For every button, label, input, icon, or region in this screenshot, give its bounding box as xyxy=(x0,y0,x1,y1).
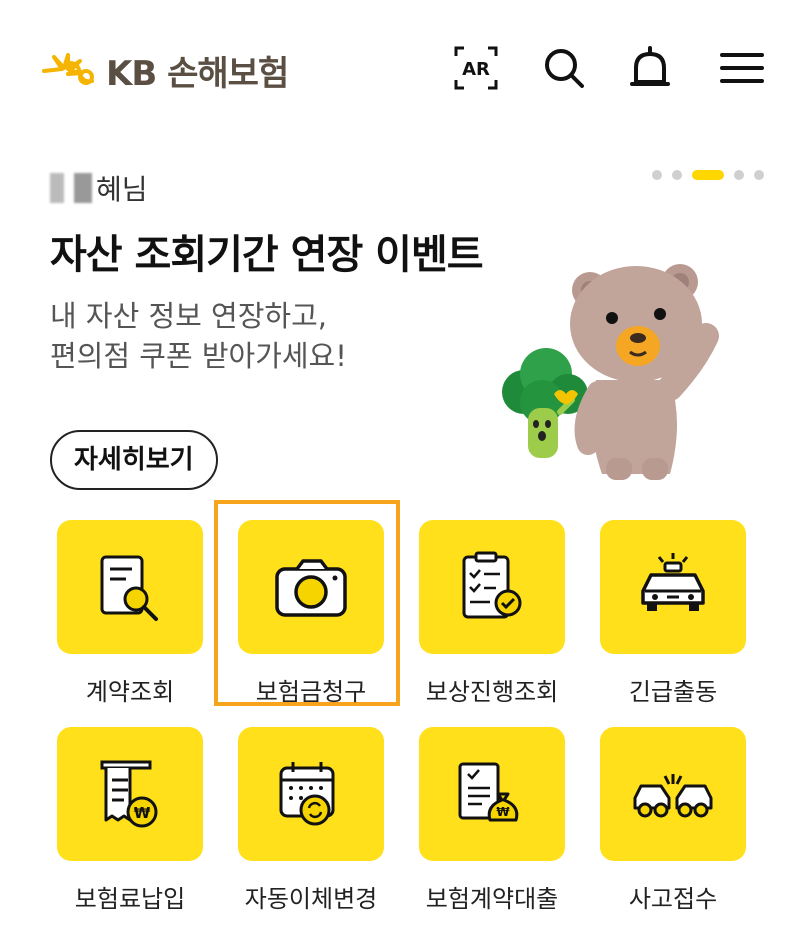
menu-item[interactable]: 보험금청구 xyxy=(238,520,384,707)
emergency-car-icon xyxy=(631,543,715,631)
banner-title: 자산 조회기간 연장 이벤트 xyxy=(50,232,484,278)
menu-item[interactable]: 긴급출동 xyxy=(600,520,746,707)
contract-search-icon xyxy=(88,543,172,631)
menu-tile[interactable] xyxy=(238,520,384,654)
masked-name xyxy=(50,173,64,203)
broccoli-character xyxy=(502,348,588,458)
menu-item[interactable]: 사고접수 xyxy=(600,727,746,914)
svg-text:₩: ₩ xyxy=(134,804,151,822)
menu-item[interactable]: ₩ 보험계약대출 xyxy=(419,727,565,914)
pager-dot[interactable] xyxy=(672,170,682,180)
receipt-won-icon: ₩ xyxy=(88,750,172,838)
svg-text:AR: AR xyxy=(462,59,490,80)
menu-label: 보험료납입 xyxy=(74,885,186,913)
pager-dot[interactable] xyxy=(734,170,744,180)
menu-item[interactable]: 자동이체변경 xyxy=(238,727,384,914)
menu-item[interactable]: 계약조회 xyxy=(57,520,203,707)
kb-star-icon xyxy=(42,52,94,85)
menu-label: 자동이체변경 xyxy=(244,885,378,913)
kb-logo[interactable]: KB 손해보험 xyxy=(40,46,289,95)
app-header: KB 손해보험 AR xyxy=(0,0,800,120)
menu-label: 계약조회 xyxy=(85,678,175,706)
bell-icon[interactable] xyxy=(626,44,674,92)
banner-pager[interactable] xyxy=(652,170,774,180)
menu-label: 보험금청구 xyxy=(255,678,367,706)
pager-dot[interactable] xyxy=(754,170,764,180)
clipboard-check-icon xyxy=(450,543,534,631)
menu-tile[interactable] xyxy=(600,520,746,654)
menu-tile[interactable]: ₩ xyxy=(419,727,565,861)
menu-tile[interactable] xyxy=(57,520,203,654)
menu-item[interactable]: ₩ 보험료납입 xyxy=(57,727,203,914)
bear-broccoli-illustration xyxy=(502,264,719,480)
menu-tile[interactable] xyxy=(419,520,565,654)
desc-line-1: 내 자산 정보 연장하고, xyxy=(50,299,327,333)
pager-dot-active[interactable] xyxy=(692,170,724,180)
detail-button[interactable]: 자세히보기 xyxy=(50,430,218,490)
document-moneybag-icon: ₩ xyxy=(450,750,534,838)
calendar-refresh-icon xyxy=(269,750,353,838)
menu-label: 긴급출동 xyxy=(628,678,718,706)
camera-icon xyxy=(269,543,353,631)
logo-text: KB 손해보험 xyxy=(106,54,289,94)
menu-label: 사고접수 xyxy=(628,885,718,913)
ar-icon[interactable]: AR xyxy=(452,44,500,92)
banner-description: 내 자산 정보 연장하고, 편의점 쿠폰 받아가세요! xyxy=(50,296,470,376)
menu-tile[interactable]: ₩ xyxy=(57,727,203,861)
menu-tile[interactable] xyxy=(238,727,384,861)
search-icon[interactable] xyxy=(540,44,588,92)
greeting: 혜님 xyxy=(50,168,148,208)
greeting-suffix: 혜님 xyxy=(96,173,148,206)
menu-item[interactable]: 보상진행조회 xyxy=(419,520,565,707)
bear-character xyxy=(570,264,719,480)
masked-name xyxy=(74,173,92,203)
pager-dot[interactable] xyxy=(652,170,662,180)
svg-text:₩: ₩ xyxy=(496,805,510,819)
menu-tile[interactable] xyxy=(600,727,746,861)
menu-label: 보상진행조회 xyxy=(425,678,559,706)
car-accident-icon xyxy=(631,750,715,838)
desc-line-2: 편의점 쿠폰 받아가세요! xyxy=(50,339,347,373)
menu-icon[interactable] xyxy=(718,44,766,92)
menu-label: 보험계약대출 xyxy=(425,885,559,913)
